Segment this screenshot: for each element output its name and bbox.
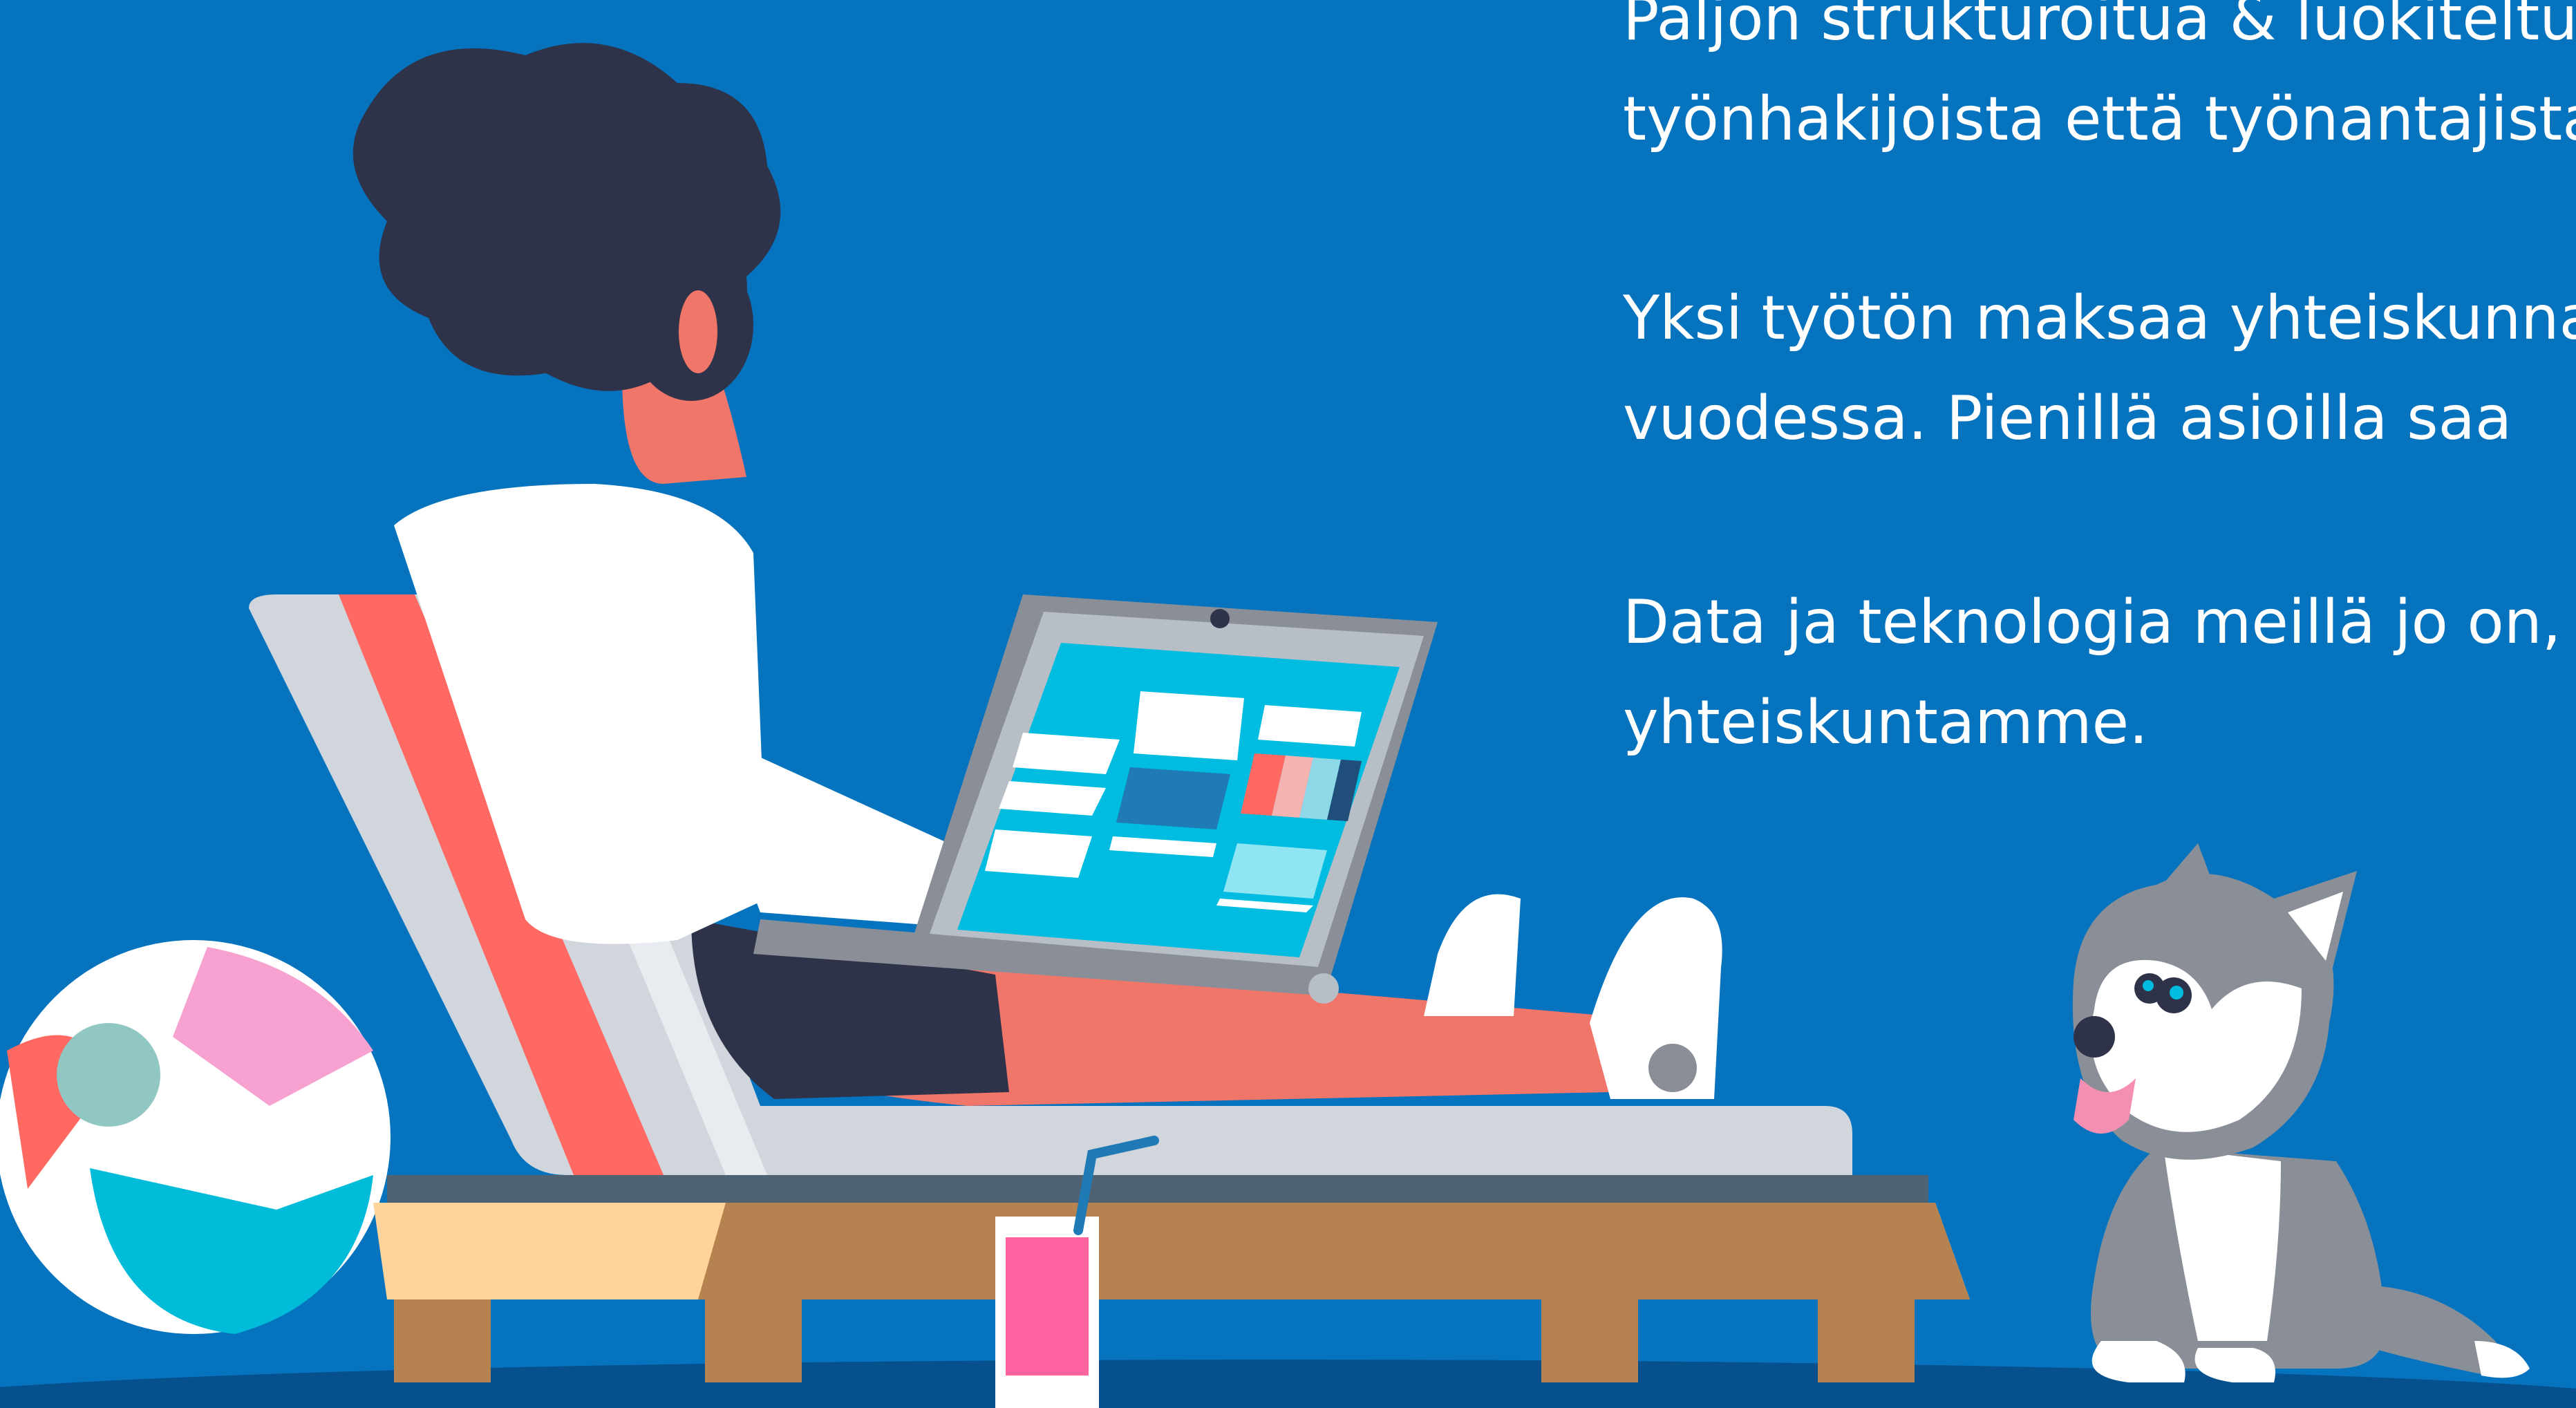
bullet-line: Yksi työtön maksaa yhteiskunnalle xyxy=(1623,283,2576,353)
bullet-line: Data ja teknologia meillä jo on, xyxy=(1623,587,2561,657)
bullet-line: työnhakijoista että työnantajista xyxy=(1623,84,2576,154)
bullet-line: Paljon strukturoitua & luokiteltua xyxy=(1623,0,2576,54)
bullet-item-2: Yksi työtön maksaa yhteiskunnalle vuodes… xyxy=(1623,268,2576,469)
bullet-line: yhteiskuntamme. xyxy=(1623,687,2148,758)
bullet-item-1: Paljon strukturoitua & luokiteltua työnh… xyxy=(1623,0,2576,169)
bullet-list: Paljon strukturoitua & luokiteltua työnh… xyxy=(0,0,2576,1408)
bullet-item-3: Data ja teknologia meillä jo on, yhteisk… xyxy=(1623,572,2576,773)
bullet-line: vuodessa. Pienillä asioilla saa xyxy=(1623,383,2512,453)
